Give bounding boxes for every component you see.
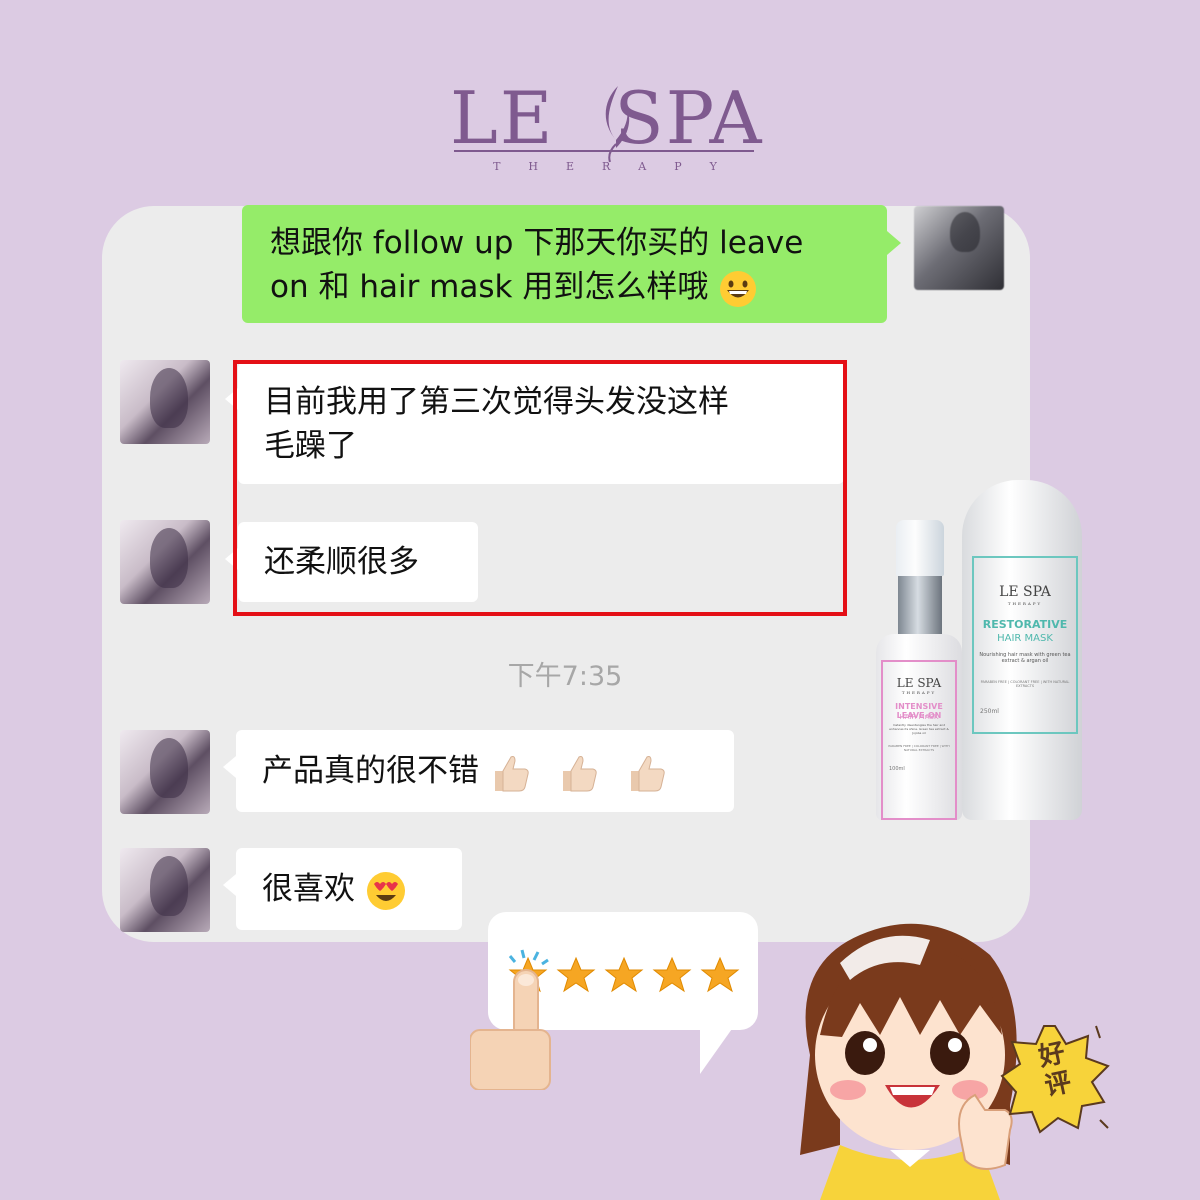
incoming-message-bubble[interactable]: 很喜欢 <box>223 848 462 930</box>
product-brand-sub: THERAPY <box>1007 601 1043 606</box>
product-title: RESTORATIVE <box>982 618 1068 631</box>
contact-avatar[interactable] <box>120 730 210 814</box>
product-claims: PARABEN FREE | COLORANT FREE | WITH NATU… <box>888 744 950 752</box>
product-brand: LE SPA <box>896 676 942 690</box>
thumbs-up-icon <box>562 755 597 791</box>
logo-divider <box>454 150 754 152</box>
outgoing-message-line-1: 想跟你 follow up 下那天你买的 leave <box>270 225 804 261</box>
leave-on-bottle: LE SPA THERAPY INTENSIVE LEAVE-ON HAIR M… <box>876 520 962 820</box>
message-timestamp: 下午7:35 <box>507 661 623 692</box>
product-description: Instantly disentangles the hair and enha… <box>889 723 949 735</box>
star-icon <box>556 956 596 993</box>
hair-mask-tube: LE SPA THERAPY RESTORATIVE HAIR MASK Nou… <box>962 480 1082 820</box>
grinning-face-icon <box>720 270 757 307</box>
star-icon <box>604 956 644 993</box>
product-brand: LE SPA <box>999 584 1051 600</box>
outgoing-message-bubble[interactable]: 想跟你 follow up 下那天你买的 leave on 和 hair mas… <box>242 205 901 323</box>
heart-eyes-icon <box>366 871 405 910</box>
contact-avatar[interactable] <box>120 360 210 444</box>
thumbs-up-icon <box>494 755 529 791</box>
message-text: 产品真的很不错 <box>262 753 479 789</box>
product-subtitle: HAIR MASK <box>997 633 1053 644</box>
bottle-collar <box>898 576 942 636</box>
star-icon <box>652 956 692 993</box>
contact-avatar[interactable] <box>120 848 210 932</box>
pointing-finger-icon <box>470 969 551 1090</box>
product-subtitle: HAIR MASK <box>899 713 939 721</box>
logo-right-text: SPA <box>614 76 764 160</box>
outgoing-message-line-2: on 和 hair mask 用到怎么样哦 <box>270 269 709 305</box>
highlight-frame <box>233 360 847 616</box>
hair-mask-label: LE SPA THERAPY RESTORATIVE HAIR MASK Nou… <box>972 556 1078 734</box>
product-volume: 100ml <box>889 766 905 772</box>
thumbs-up-icon <box>630 755 665 791</box>
star-icon <box>700 956 740 993</box>
product-description: Nourishing hair mask with green tea extr… <box>979 652 1071 665</box>
product-brand-sub: THERAPY <box>901 690 937 695</box>
incoming-message-bubble[interactable]: 产品真的很不错 <box>223 730 734 812</box>
message-text: 很喜欢 <box>262 871 355 907</box>
leave-on-label: LE SPA THERAPY INTENSIVE LEAVE-ON HAIR M… <box>881 660 957 820</box>
rating-bubble-tail <box>700 1026 734 1074</box>
product-volume: 250ml <box>980 708 999 715</box>
logo-left-text: LE <box>450 76 555 160</box>
self-avatar[interactable] <box>914 206 1004 290</box>
contact-avatar[interactable] <box>120 520 210 604</box>
pump-cap <box>896 520 944 576</box>
logo-subtitle: THERAPY <box>493 160 745 173</box>
product-claims: PARABEN FREE | COLORANT FREE | WITH NATU… <box>980 680 1070 688</box>
